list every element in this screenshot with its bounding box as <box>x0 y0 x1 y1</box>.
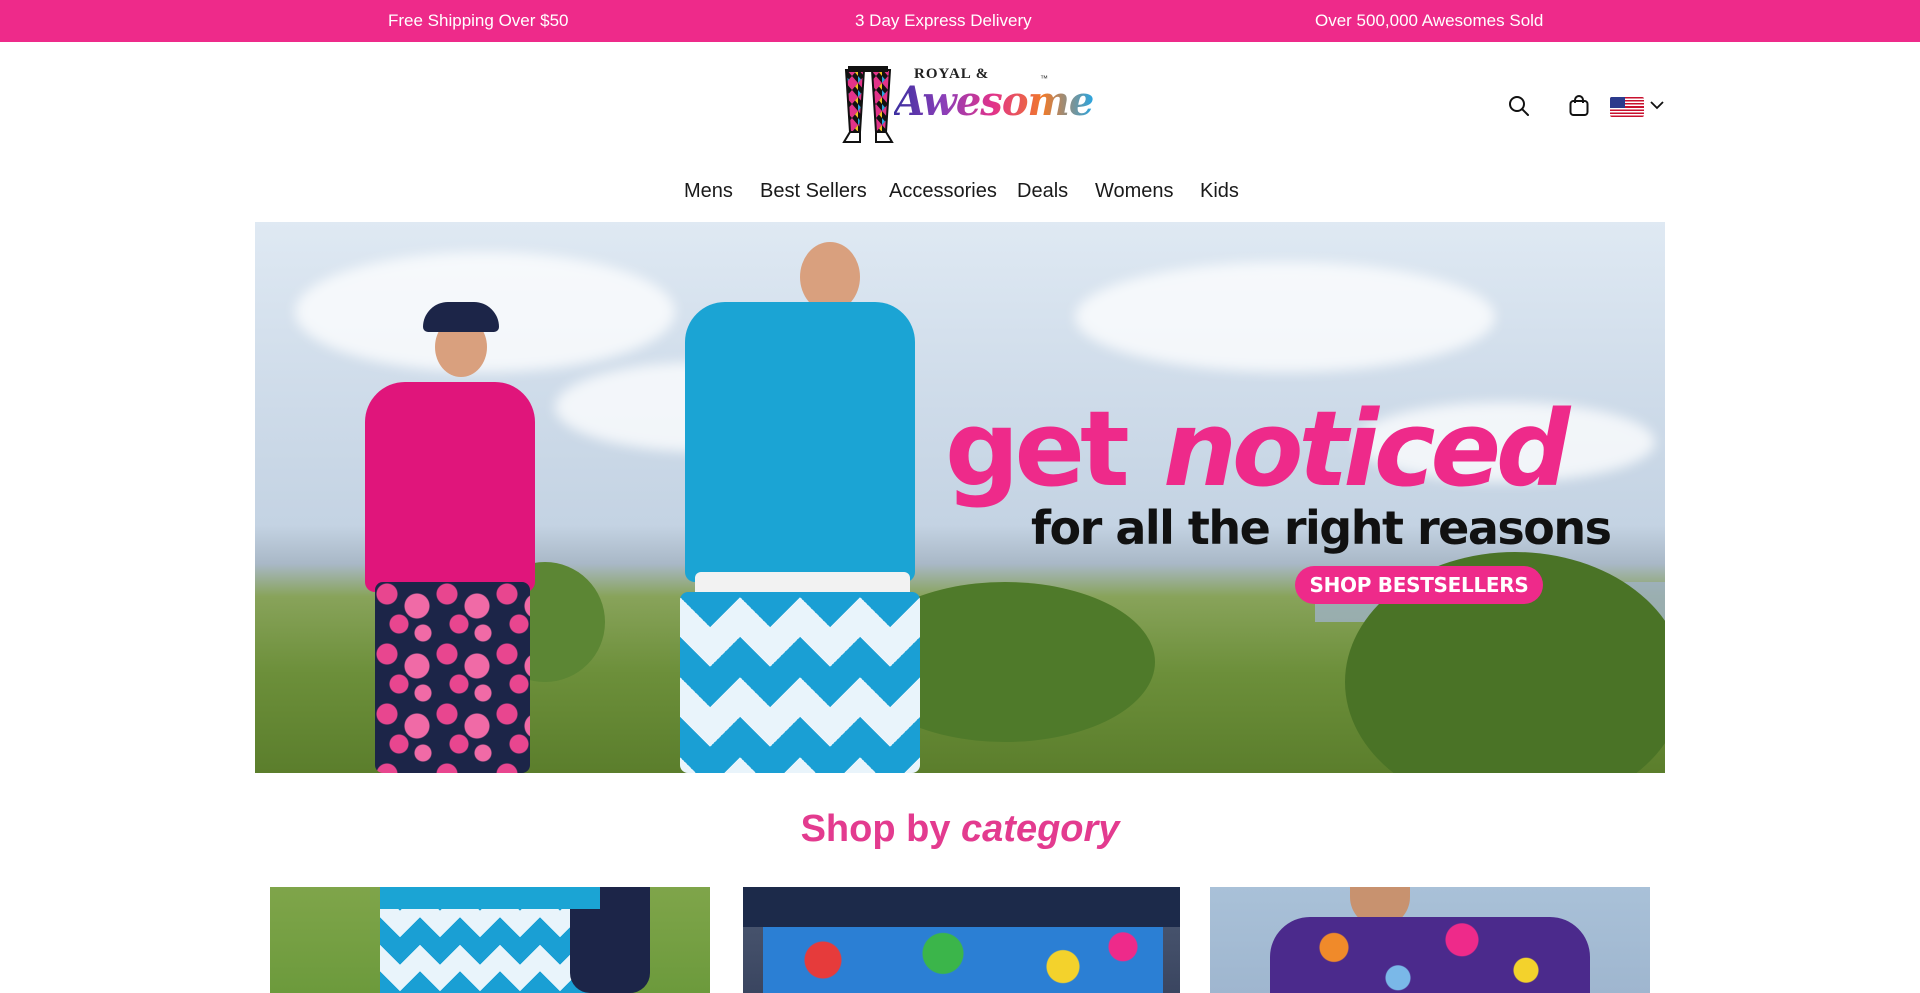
site-logo[interactable]: ROYAL & Awesome ™ <box>834 62 1094 146</box>
search-icon[interactable] <box>1507 94 1531 118</box>
logo-trademark: ™ <box>1040 74 1048 83</box>
nav-item-kids[interactable]: Kids <box>1200 180 1239 203</box>
logo-text-awesome: Awesome <box>894 78 1094 125</box>
nav-item-best-sellers[interactable]: Best Sellers <box>760 180 867 203</box>
nav-item-womens[interactable]: Womens <box>1095 180 1174 203</box>
shop-bestsellers-button[interactable]: SHOP BESTSELLERS <box>1295 566 1543 604</box>
announcement-bar: Free Shipping Over $50 3 Day Express Del… <box>0 0 1920 42</box>
section-title-emphasis: category <box>961 808 1120 850</box>
us-flag-icon <box>1610 97 1644 117</box>
nav-item-deals[interactable]: Deals <box>1017 180 1068 203</box>
category-card-shirts[interactable] <box>1210 887 1650 993</box>
country-selector[interactable] <box>1610 96 1666 118</box>
announcement-express-delivery: 3 Day Express Delivery <box>855 11 1032 30</box>
section-title: Shop by category <box>0 808 1920 851</box>
announcement-awesomes-sold: Over 500,000 Awesomes Sold <box>1315 11 1544 30</box>
hero-banner[interactable]: get noticed for all the right reasons SH… <box>255 222 1665 773</box>
section-title-plain: Shop by <box>800 808 951 850</box>
announcement-free-shipping: Free Shipping Over $50 <box>388 11 569 30</box>
cart-icon[interactable] <box>1567 94 1591 118</box>
nav-item-accessories[interactable]: Accessories <box>889 180 997 203</box>
hero-headline-get: get <box>945 388 1130 510</box>
main-nav: Mens Best Sellers Accessories Deals Wome… <box>0 180 1920 208</box>
category-card-shorts[interactable] <box>743 887 1180 993</box>
category-card-pants[interactable] <box>270 887 710 993</box>
hero-subheadline: for all the right reasons <box>1031 501 1612 555</box>
hero-headline-noticed: noticed <box>1163 388 1570 510</box>
chevron-down-icon <box>1650 101 1664 110</box>
nav-item-mens[interactable]: Mens <box>684 180 733 203</box>
